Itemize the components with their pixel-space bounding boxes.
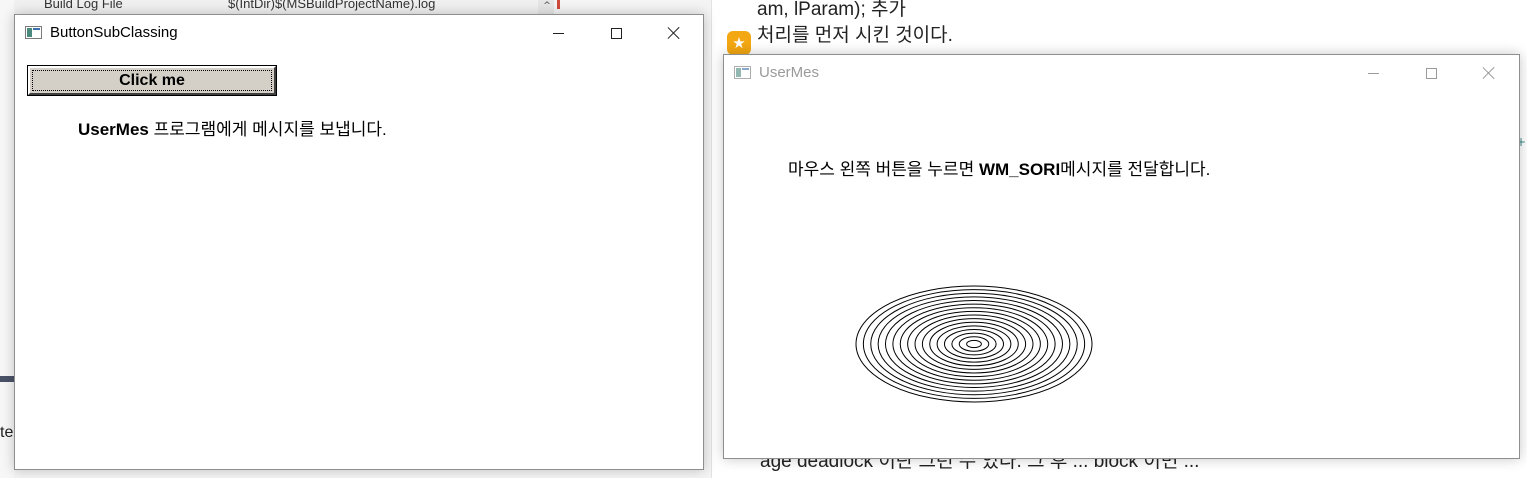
maximize-icon [1425, 67, 1437, 79]
minimize-icon [552, 32, 564, 34]
close-icon [667, 26, 681, 40]
background-property-row: Build Log File $(IntDir)$(MSBuildProject… [14, 0, 554, 14]
property-name: Build Log File [44, 0, 123, 11]
close-icon [1482, 66, 1496, 80]
instruction-after: 메시지를 전달합니다. [1060, 160, 1211, 179]
info-text: UserMes 프로그램에게 메시지를 보냅니다. [78, 115, 387, 140]
maximize-button[interactable] [1402, 55, 1460, 91]
ellipse-ring [862, 289, 1086, 399]
star-icon[interactable]: ★ [727, 31, 751, 55]
window-title: UserMes [759, 64, 820, 81]
background-partial-text: te [0, 424, 14, 441]
doc-text-line: 처리를 먼저 시킨 것이다. [757, 25, 953, 46]
instruction-before: 마우스 왼쪽 버튼을 누르면 [788, 160, 979, 179]
property-value: $(IntDir)$(MSBuildProjectName).log [228, 0, 436, 11]
ellipse-ring [958, 336, 990, 352]
ellipse-ring [907, 310, 1041, 378]
ellipse-ring [944, 329, 1004, 359]
maximize-button[interactable] [587, 15, 645, 51]
click-me-label: Click me [119, 72, 185, 89]
usermes-window: UserMes 마우스 왼쪽 버튼을 누르면 WM_SORI메시지를 전달합니다… [723, 54, 1520, 459]
background-splitter-mark [0, 376, 14, 382]
background-divider [711, 0, 712, 478]
window-title: ButtonSubClassing [50, 24, 178, 41]
close-button[interactable] [1460, 55, 1518, 91]
buttonsubclassing-window: ButtonSubClassing Click me UserMes 프로그램에… [14, 14, 704, 470]
ellipse-ring [885, 300, 1063, 388]
ellipse-ring [929, 321, 1019, 367]
close-button[interactable] [645, 15, 703, 51]
title-bar[interactable]: ButtonSubClassing [15, 15, 703, 51]
ellipse-ring [966, 339, 982, 349]
background-red-mark [557, 0, 560, 9]
concentric-ellipses-drawing [855, 285, 1093, 403]
maximize-icon [610, 27, 622, 39]
click-me-button[interactable]: Click me [27, 65, 277, 96]
minimize-icon [1367, 72, 1379, 74]
info-text-bold: UserMes [78, 120, 149, 139]
title-bar[interactable]: UserMes [724, 55, 1519, 91]
ellipse-ring [936, 325, 1012, 363]
app-icon[interactable] [734, 66, 751, 79]
ellipse-ring [892, 303, 1056, 385]
instruction-text: 마우스 왼쪽 버튼을 누르면 WM_SORI메시지를 전달합니다. [788, 155, 1210, 180]
instruction-bold: WM_SORI [978, 160, 1061, 179]
doc-text-line: am, lParam); 추가 [757, 0, 906, 20]
ellipse-ring [855, 285, 1093, 403]
app-icon[interactable] [25, 26, 42, 39]
minimize-button[interactable] [1344, 55, 1402, 91]
ellipse-ring [914, 314, 1034, 374]
info-text-rest: 프로그램에게 메시지를 보냅니다. [148, 120, 387, 139]
minimize-button[interactable] [529, 15, 587, 51]
background-left-strip [0, 0, 14, 478]
scroll-up-icon[interactable]: ^ [538, 0, 554, 14]
ellipse-ring [870, 292, 1078, 396]
